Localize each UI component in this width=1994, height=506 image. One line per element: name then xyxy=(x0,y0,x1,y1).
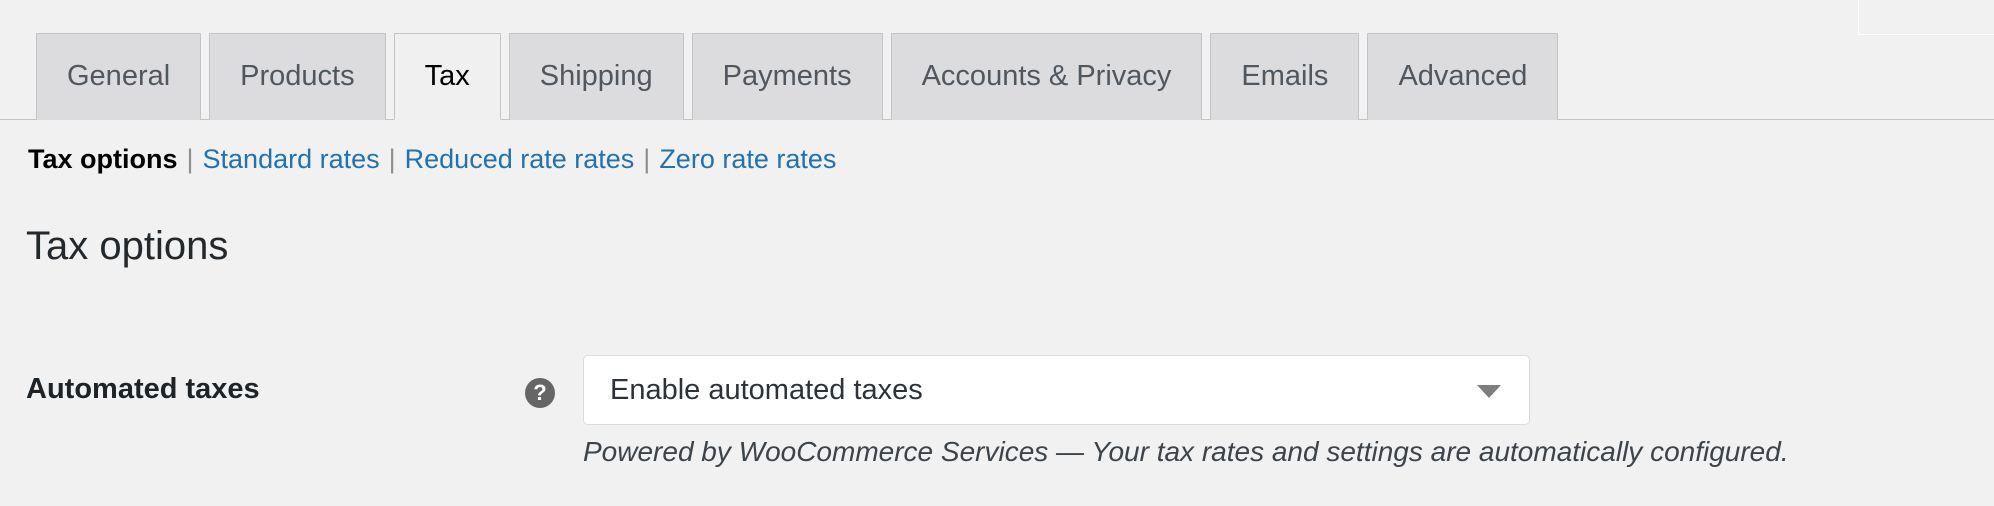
tax-subnav: Tax options | Standard rates | Reduced rate … xyxy=(28,142,836,176)
subnav-item-zero-rate-rates[interactable]: Zero rate rates xyxy=(659,142,836,176)
tab-payments[interactable]: Payments xyxy=(691,33,883,120)
help-question-icon[interactable]: ? xyxy=(525,378,555,408)
subnav-separator: | xyxy=(388,144,396,174)
tab-shipping[interactable]: Shipping xyxy=(508,33,684,120)
tax-options-form: Automated taxes ? Enable automated taxes… xyxy=(0,355,1994,485)
form-row-automated-taxes: Automated taxes ? Enable automated taxes… xyxy=(0,355,1994,485)
subnav-item-reduced-rate-rates[interactable]: Reduced rate rates xyxy=(405,142,635,176)
automated-taxes-selected-value: Enable automated taxes xyxy=(610,374,923,406)
tab-advanced[interactable]: Advanced xyxy=(1367,33,1559,120)
chevron-down-icon xyxy=(1477,385,1501,398)
settings-tab-bar: General Products Tax Shipping Payments Accoun… xyxy=(0,0,1994,120)
automated-taxes-select[interactable]: Enable automated taxes xyxy=(583,355,1530,425)
subnav-item-tax-options[interactable]: Tax options xyxy=(28,142,178,176)
subnav-separator: | xyxy=(186,144,194,174)
tab-products[interactable]: Products xyxy=(209,33,386,120)
subnav-item-standard-rates[interactable]: Standard rates xyxy=(203,142,380,176)
tab-accounts-privacy[interactable]: Accounts & Privacy xyxy=(890,33,1203,120)
tab-general[interactable]: General xyxy=(36,33,202,120)
automated-taxes-label: Automated taxes xyxy=(26,373,260,405)
help-question-glyph: ? xyxy=(533,380,547,405)
automated-taxes-description: Powered by WooCommerce Services — Your t… xyxy=(583,436,1789,467)
tab-tax[interactable]: Tax xyxy=(393,33,501,120)
subnav-separator: | xyxy=(643,144,651,174)
tab-emails[interactable]: Emails xyxy=(1210,33,1360,120)
page-title: Tax options xyxy=(26,224,229,268)
